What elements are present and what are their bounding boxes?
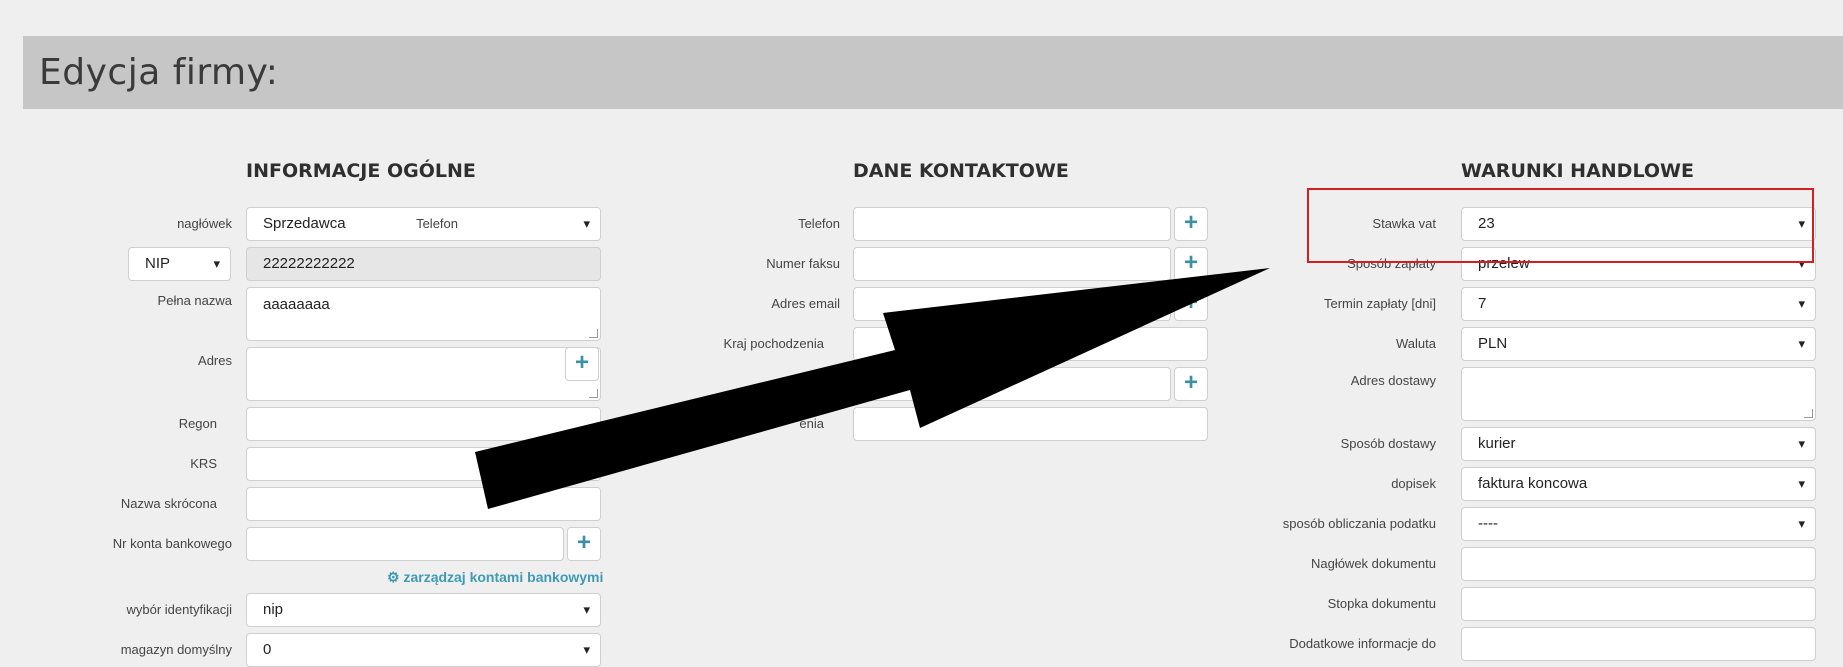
arrow-shape [475, 268, 1270, 509]
arrow-annotation [475, 268, 1270, 509]
